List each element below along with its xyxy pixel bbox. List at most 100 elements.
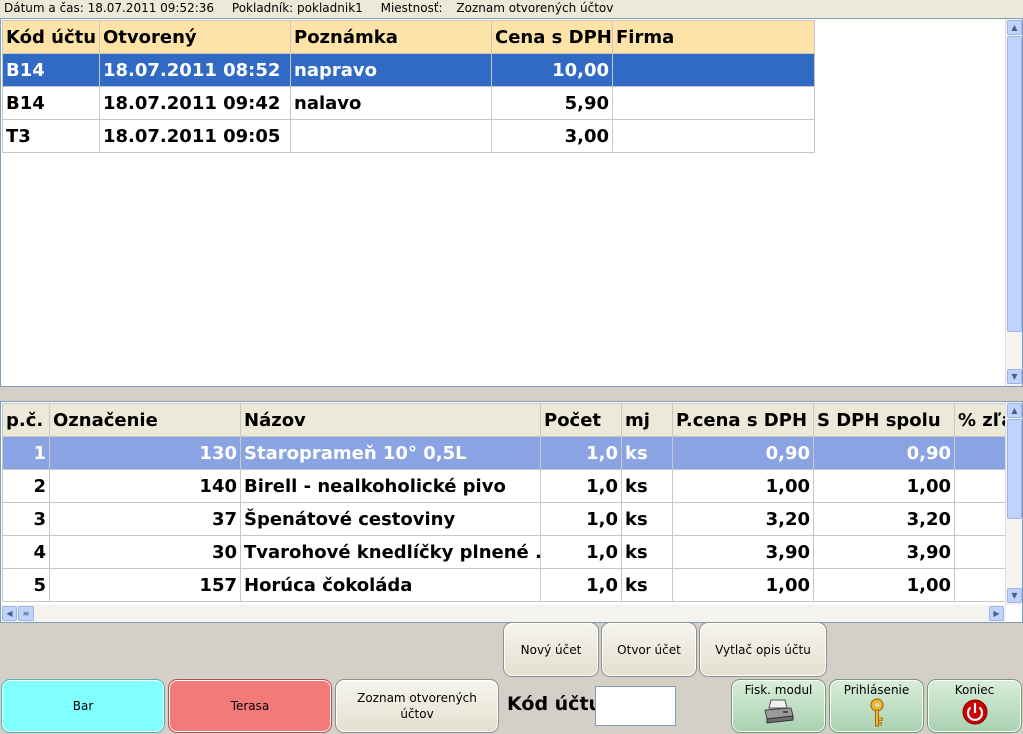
status-room: Miestnosť: xyxy=(380,1,443,15)
col-header-price[interactable]: Cena s DPH xyxy=(491,20,613,54)
col-header-name[interactable]: Názov xyxy=(240,403,541,437)
scroll-down-icon[interactable]: ▼ xyxy=(1007,588,1022,603)
account-row[interactable]: B14 18.07.2011 08:52 napravo 10,00 xyxy=(2,53,815,87)
item-row[interactable]: 1 130 Staroprameň 10° 0,5L 1,0 ks 0,90 0… xyxy=(2,436,1022,470)
item-unit: ks xyxy=(621,535,673,569)
item-row[interactable]: 4 30 Tvarohové knedlíčky plnené ... 1,0 … xyxy=(2,535,1022,569)
item-unit: ks xyxy=(621,502,673,536)
account-code-input[interactable] xyxy=(595,686,676,726)
account-opened: 18.07.2011 08:52 xyxy=(99,53,291,87)
key-icon xyxy=(869,698,884,727)
power-icon xyxy=(962,699,987,725)
items-horizontal-scrollbar[interactable]: ◀ ≡ ▶ xyxy=(1,605,1006,622)
item-pc: 3 xyxy=(2,502,50,536)
item-code: 157 xyxy=(49,568,241,602)
status-bar: Dátum a čas: 18.07.2011 09:52:36 Pokladn… xyxy=(0,0,1023,18)
item-row[interactable]: 5 157 Horúca čokoláda 1,0 ks 1,00 1,00 xyxy=(2,568,1022,602)
item-unit-price: 1,00 xyxy=(672,469,814,503)
new-account-button[interactable]: Nový účet xyxy=(503,622,599,677)
exit-button[interactable]: Koniec xyxy=(927,679,1022,733)
item-unit: ks xyxy=(621,436,673,470)
print-account-button[interactable]: Vytlač opis účtu xyxy=(699,622,827,677)
accounts-header-row: Kód účtu Otvorený Poznámka Cena s DPH Fi… xyxy=(2,20,815,54)
account-note: napravo xyxy=(290,53,492,87)
scroll-left-icon[interactable]: ◀ xyxy=(2,606,17,621)
item-total: 0,90 xyxy=(813,436,955,470)
open-accounts-list-button[interactable]: Zoznam otvorených účtov xyxy=(335,679,499,733)
account-note: nalavo xyxy=(290,86,492,120)
item-code: 37 xyxy=(49,502,241,536)
item-qty: 1,0 xyxy=(540,469,622,503)
login-button[interactable]: Prihlásenie xyxy=(829,679,924,733)
col-header-qty[interactable]: Počet xyxy=(540,403,622,437)
account-price: 5,90 xyxy=(491,86,613,120)
fiscal-module-label: Fisk. modul xyxy=(744,683,813,697)
account-firm xyxy=(612,119,815,153)
item-qty: 1,0 xyxy=(540,502,622,536)
item-unit: ks xyxy=(621,469,673,503)
account-price: 10,00 xyxy=(491,53,613,87)
item-unit-price: 3,90 xyxy=(672,535,814,569)
col-header-opened[interactable]: Otvorený xyxy=(99,20,291,54)
items-header-row: p.č. Označenie Názov Počet mj P.cena s D… xyxy=(2,403,1022,437)
items-vertical-scrollbar[interactable]: ▲ ▼ xyxy=(1005,402,1022,605)
room-terasa-button[interactable]: Terasa xyxy=(168,679,332,733)
scroll-down-icon[interactable]: ▼ xyxy=(1007,369,1022,384)
item-qty: 1,0 xyxy=(540,568,622,602)
item-code: 140 xyxy=(49,469,241,503)
account-firm xyxy=(612,53,815,87)
col-header-pc[interactable]: p.č. xyxy=(2,403,50,437)
item-name: Horúca čokoláda xyxy=(240,568,541,602)
item-pc: 5 xyxy=(2,568,50,602)
scroll-right-icon[interactable]: ▶ xyxy=(989,606,1004,621)
item-row[interactable]: 3 37 Špenátové cestoviny 1,0 ks 3,20 3,2… xyxy=(2,502,1022,536)
col-header-total[interactable]: S DPH spolu xyxy=(813,403,955,437)
scroll-thumb[interactable] xyxy=(1007,36,1022,332)
account-firm xyxy=(612,86,815,120)
account-note xyxy=(290,119,492,153)
room-bar-button[interactable]: Bar xyxy=(1,679,165,733)
col-header-unit-price[interactable]: P.cena s DPH xyxy=(672,403,814,437)
account-code: T3 xyxy=(2,119,100,153)
item-pc: 2 xyxy=(2,469,50,503)
account-items-grid[interactable]: p.č. Označenie Názov Počet mj P.cena s D… xyxy=(0,401,1023,623)
item-unit-price: 1,00 xyxy=(672,568,814,602)
item-total: 1,00 xyxy=(813,469,955,503)
item-row[interactable]: 2 140 Birell - nealkoholické pivo 1,0 ks… xyxy=(2,469,1022,503)
scroll-thumb[interactable] xyxy=(1007,419,1022,519)
item-unit: ks xyxy=(621,568,673,602)
status-cashier: Pokladník: pokladnik1 xyxy=(231,1,363,15)
accounts-vertical-scrollbar[interactable]: ▲ ▼ xyxy=(1005,19,1022,386)
item-qty: 1,0 xyxy=(540,436,622,470)
item-code: 130 xyxy=(49,436,241,470)
scroll-thumb-horizontal[interactable]: ≡ xyxy=(18,606,34,621)
item-name: Tvarohové knedlíčky plnené ... xyxy=(240,535,541,569)
login-label: Prihlásenie xyxy=(843,683,910,697)
item-unit-price: 0,90 xyxy=(672,436,814,470)
item-name: Birell - nealkoholické pivo xyxy=(240,469,541,503)
account-opened: 18.07.2011 09:05 xyxy=(99,119,291,153)
account-row[interactable]: B14 18.07.2011 09:42 nalavo 5,90 xyxy=(2,86,815,120)
exit-label: Koniec xyxy=(954,683,995,697)
item-unit-price: 3,20 xyxy=(672,502,814,536)
fiscal-module-button[interactable]: Fisk. modul xyxy=(731,679,826,733)
item-code: 30 xyxy=(49,535,241,569)
col-header-code[interactable]: Označenie xyxy=(49,403,241,437)
item-total: 3,90 xyxy=(813,535,955,569)
col-header-unit[interactable]: mj xyxy=(621,403,673,437)
item-name: Špenátové cestoviny xyxy=(240,502,541,536)
col-header-firm[interactable]: Firma xyxy=(612,20,815,54)
account-items-table: p.č. Označenie Názov Počet mj P.cena s D… xyxy=(2,403,1022,602)
open-accounts-grid[interactable]: Kód účtu Otvorený Poznámka Cena s DPH Fi… xyxy=(0,18,1023,387)
account-row[interactable]: T3 18.07.2011 09:05 3,00 xyxy=(2,119,815,153)
item-total: 1,00 xyxy=(813,568,955,602)
scroll-up-icon[interactable]: ▲ xyxy=(1007,403,1022,418)
scroll-up-icon[interactable]: ▲ xyxy=(1007,20,1022,35)
status-datetime: Dátum a čas: 18.07.2011 09:52:36 xyxy=(4,1,215,15)
panel-separator xyxy=(0,387,1023,401)
item-total: 3,20 xyxy=(813,502,955,536)
col-header-code[interactable]: Kód účtu xyxy=(2,20,100,54)
open-account-button[interactable]: Otvor účet xyxy=(601,622,697,677)
item-pc: 1 xyxy=(2,436,50,470)
col-header-note[interactable]: Poznámka xyxy=(290,20,492,54)
